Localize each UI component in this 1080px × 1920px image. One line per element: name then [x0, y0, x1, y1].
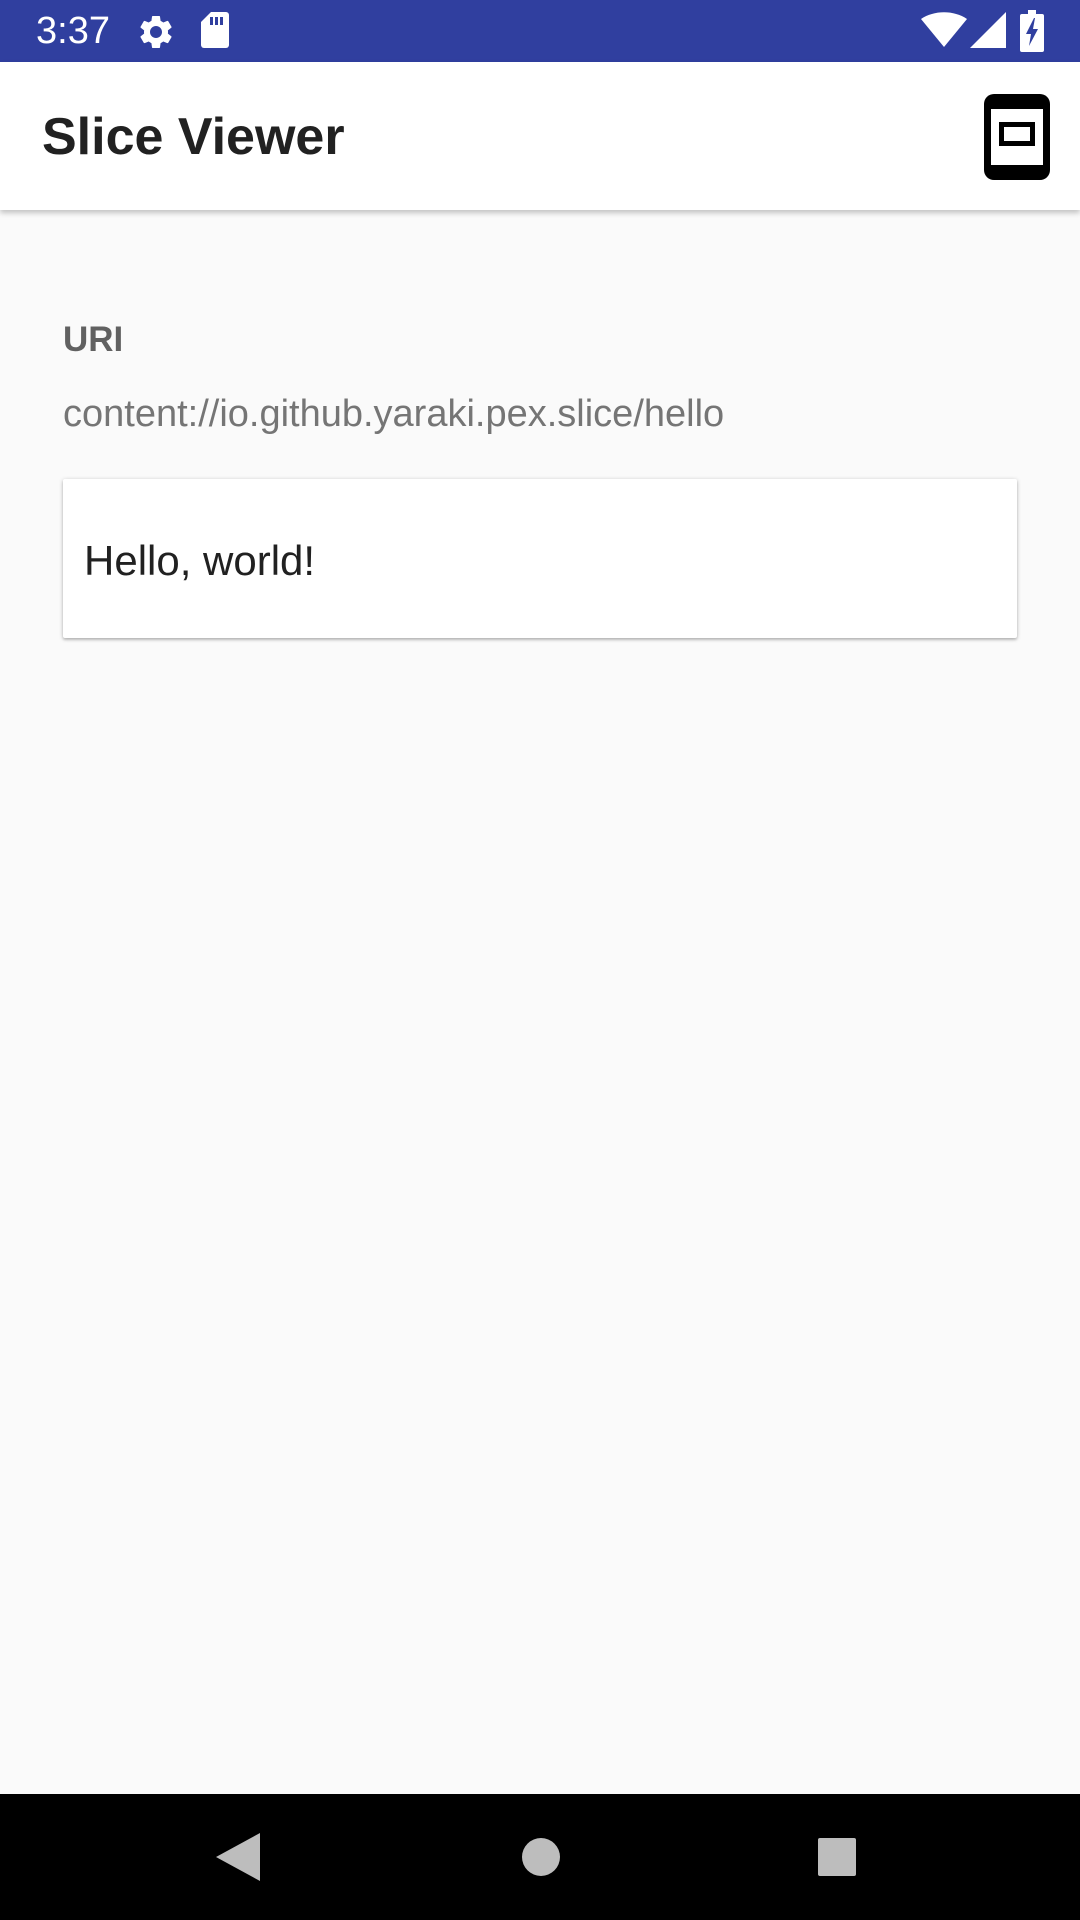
nav-bar	[0, 1794, 1080, 1920]
battery-charging-icon	[1020, 10, 1044, 52]
slice-card[interactable]: Hello, world!	[63, 479, 1017, 638]
phone-mode-icon	[984, 94, 1050, 180]
sd-card-icon	[201, 12, 229, 48]
home-icon[interactable]	[518, 1834, 564, 1880]
uri-label: URI	[63, 320, 124, 359]
signal-icon	[970, 12, 1006, 48]
recents-icon[interactable]	[816, 1836, 858, 1878]
back-icon[interactable]	[216, 1832, 262, 1882]
phone-mode-button[interactable]	[982, 92, 1052, 182]
status-bar: 3:37	[0, 0, 1080, 62]
status-time: 3:37	[36, 10, 110, 52]
screen: 3:37 Slice Viewer URI content://io.githu…	[0, 0, 1080, 1920]
slice-text: Hello, world!	[84, 537, 316, 584]
app-bar: Slice Viewer	[0, 62, 1080, 210]
wifi-icon	[921, 12, 967, 47]
app-title: Slice Viewer	[42, 108, 345, 166]
gear-icon	[140, 15, 172, 48]
uri-value: content://io.github.yaraki.pex.slice/hel…	[63, 393, 725, 435]
